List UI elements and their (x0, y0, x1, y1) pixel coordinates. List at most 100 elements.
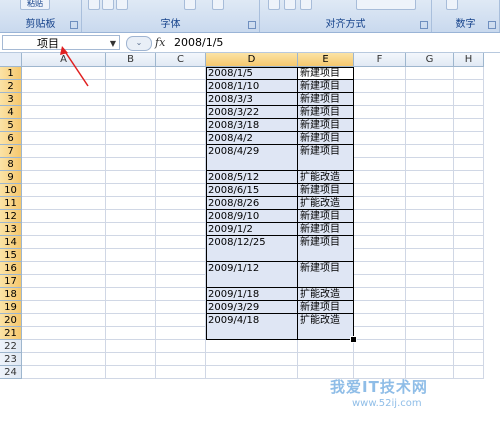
cell[interactable] (354, 275, 406, 288)
row-header-2[interactable]: 2 (0, 80, 22, 93)
cell-date[interactable]: 2009/1/18 (206, 288, 298, 301)
cell[interactable] (106, 210, 156, 223)
row-header-23[interactable]: 23 (0, 353, 22, 366)
cell[interactable] (156, 249, 206, 262)
cell[interactable] (22, 340, 106, 353)
cell[interactable] (22, 119, 106, 132)
row-header-24[interactable]: 24 (0, 366, 22, 379)
cell-date[interactable]: 2008/6/15 (206, 184, 298, 197)
cell-project-type[interactable]: 新建项目 (298, 223, 354, 236)
column-header-D[interactable]: D (206, 53, 298, 67)
cell[interactable] (106, 353, 156, 366)
cell[interactable] (22, 171, 106, 184)
column-header-A[interactable]: A (22, 53, 106, 67)
cell[interactable] (22, 210, 106, 223)
cell[interactable] (406, 158, 454, 171)
cell-date[interactable]: 2008/3/18 (206, 119, 298, 132)
cell[interactable] (106, 171, 156, 184)
row-header-7[interactable]: 7 (0, 145, 22, 158)
cell[interactable] (22, 275, 106, 288)
cell[interactable] (298, 340, 354, 353)
cell[interactable] (156, 80, 206, 93)
fill-color-button[interactable] (184, 0, 196, 10)
row-header-13[interactable]: 13 (0, 223, 22, 236)
bold-button[interactable] (88, 0, 100, 10)
column-header-E[interactable]: E (298, 53, 354, 67)
cell[interactable] (406, 353, 454, 366)
row-header-19[interactable]: 19 (0, 301, 22, 314)
row-header-16[interactable]: 16 (0, 262, 22, 275)
row-header-6[interactable]: 6 (0, 132, 22, 145)
cell[interactable] (22, 145, 106, 158)
cell[interactable] (22, 301, 106, 314)
cell-project-type[interactable]: 扩能改造 (298, 171, 354, 184)
formula-input[interactable]: 2008/1/5 (174, 35, 223, 50)
cell[interactable] (454, 158, 484, 171)
cell[interactable] (156, 145, 206, 158)
cell[interactable] (454, 171, 484, 184)
row-header-1[interactable]: 1 (0, 67, 22, 80)
cell-date[interactable]: 2009/3/29 (206, 301, 298, 314)
cell[interactable] (156, 93, 206, 106)
align-right-button[interactable] (300, 0, 312, 10)
cell[interactable] (406, 106, 454, 119)
cell[interactable] (156, 132, 206, 145)
cell[interactable] (22, 223, 106, 236)
cell[interactable] (406, 210, 454, 223)
cell-date[interactable]: 2008/4/29 (206, 145, 298, 171)
cell[interactable] (406, 223, 454, 236)
cell[interactable] (354, 210, 406, 223)
dialog-launcher-icon[interactable] (248, 21, 256, 29)
cell[interactable] (454, 314, 484, 327)
cell-date[interactable]: 2009/1/2 (206, 223, 298, 236)
cell[interactable] (406, 80, 454, 93)
cell[interactable] (454, 275, 484, 288)
cell[interactable] (156, 301, 206, 314)
row-header-8[interactable]: 8 (0, 158, 22, 171)
cell[interactable] (156, 106, 206, 119)
cell[interactable] (106, 106, 156, 119)
cell[interactable] (22, 158, 106, 171)
cell[interactable] (454, 327, 484, 340)
cell-date[interactable]: 2009/1/12 (206, 262, 298, 288)
cell[interactable] (454, 340, 484, 353)
cell-date[interactable]: 2009/4/18 (206, 314, 298, 340)
row-header-10[interactable]: 10 (0, 184, 22, 197)
cell[interactable] (156, 184, 206, 197)
cell[interactable] (406, 288, 454, 301)
cell-project-type[interactable]: 新建项目 (298, 145, 354, 171)
cell[interactable] (156, 197, 206, 210)
italic-button[interactable] (102, 0, 114, 10)
name-box[interactable]: 项目 ▼ (2, 35, 120, 50)
cell[interactable] (354, 236, 406, 249)
column-header-C[interactable]: C (156, 53, 206, 67)
cell-project-type[interactable]: 扩能改造 (298, 197, 354, 210)
cell[interactable] (454, 249, 484, 262)
cell-project-type[interactable]: 新建项目 (298, 301, 354, 314)
cell[interactable] (354, 132, 406, 145)
cell[interactable] (106, 223, 156, 236)
row-header-3[interactable]: 3 (0, 93, 22, 106)
cell[interactable] (354, 80, 406, 93)
cell-project-type[interactable]: 新建项目 (298, 210, 354, 223)
cell[interactable] (22, 262, 106, 275)
cell[interactable] (156, 119, 206, 132)
column-header-G[interactable]: G (406, 53, 454, 67)
cell[interactable] (406, 262, 454, 275)
cell[interactable] (106, 184, 156, 197)
cell[interactable] (354, 119, 406, 132)
cell[interactable] (454, 223, 484, 236)
cell[interactable] (354, 340, 406, 353)
cell-date[interactable]: 2008/1/10 (206, 80, 298, 93)
cell[interactable] (156, 236, 206, 249)
cell[interactable] (22, 353, 106, 366)
row-header-22[interactable]: 22 (0, 340, 22, 353)
cell[interactable] (406, 132, 454, 145)
cell[interactable] (354, 184, 406, 197)
cell[interactable] (106, 314, 156, 327)
cell[interactable] (156, 327, 206, 340)
cell[interactable] (354, 197, 406, 210)
cell-date[interactable]: 2008/5/12 (206, 171, 298, 184)
cell[interactable] (106, 158, 156, 171)
cell[interactable] (106, 327, 156, 340)
